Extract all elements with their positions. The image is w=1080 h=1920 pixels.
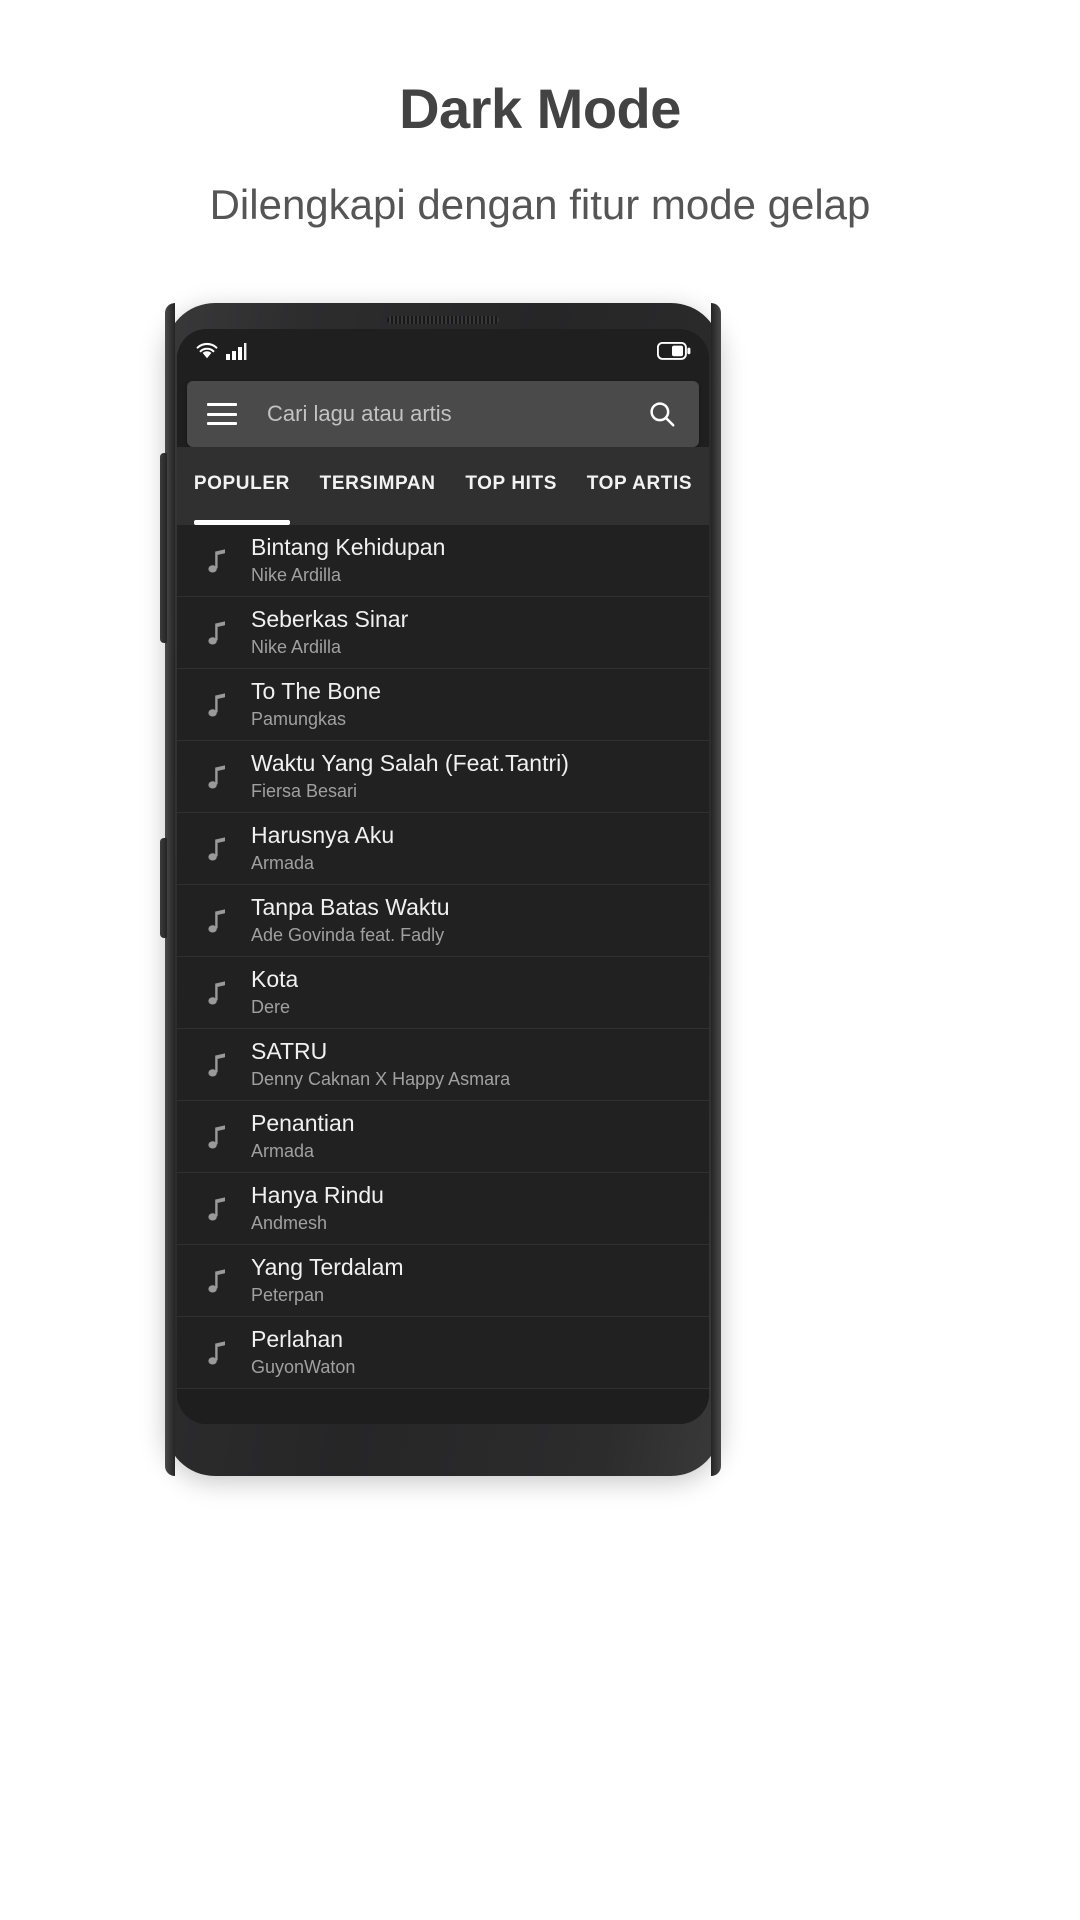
headline-block: Dark Mode Dilengkapi dengan fitur mode g… xyxy=(0,78,1080,230)
list-item[interactable]: Bintang Kehidupan Nike Ardilla xyxy=(177,525,709,597)
music-note-icon xyxy=(197,540,239,582)
list-item-text: Kota Dere xyxy=(251,966,298,1020)
list-item[interactable]: SATRU Denny Caknan X Happy Asmara xyxy=(177,1029,709,1101)
tab-label: TOP HITS xyxy=(465,473,558,494)
list-item-text: Yang Terdalam Peterpan xyxy=(251,1254,404,1308)
list-item[interactable]: To The Bone Pamungkas xyxy=(177,669,709,741)
search-bar-container: Cari lagu atau artis xyxy=(177,373,709,447)
earpiece-speaker xyxy=(387,316,499,324)
music-note-icon xyxy=(197,900,239,942)
music-note-icon xyxy=(197,684,239,726)
song-list[interactable]: Bintang Kehidupan Nike Ardilla Seberkas … xyxy=(177,525,709,1424)
page-subtitle: Dilengkapi dengan fitur mode gelap xyxy=(209,180,871,228)
tab-tersimpan[interactable]: TERSIMPAN xyxy=(305,447,451,525)
battery-icon xyxy=(657,342,691,360)
signal-bars-icon xyxy=(226,343,247,360)
song-artist: Dere xyxy=(251,996,291,1017)
list-item[interactable]: Kota Dere xyxy=(177,957,709,1029)
list-item-text: To The Bone Pamungkas xyxy=(251,678,381,732)
power-button[interactable] xyxy=(160,838,167,938)
promo-page: Dark Mode Dilengkapi dengan fitur mode g… xyxy=(0,0,1080,1920)
song-title: Kota xyxy=(251,965,299,992)
list-item[interactable]: Harusnya Aku Armada xyxy=(177,813,709,885)
song-title: To The Bone xyxy=(251,677,382,704)
music-note-icon xyxy=(197,1188,239,1230)
song-artist: Nike Ardilla xyxy=(251,636,342,657)
search-bar[interactable]: Cari lagu atau artis xyxy=(187,381,699,447)
song-artist: Fiersa Besari xyxy=(251,780,358,801)
list-item-text: Hanya Rindu Andmesh xyxy=(251,1182,384,1236)
status-bar-left-icons xyxy=(195,341,249,361)
volume-button[interactable] xyxy=(160,453,167,643)
phone-device-frame: Cari lagu atau artis POPULER TERSIMPAN T… xyxy=(160,303,721,1476)
tab-populer[interactable]: POPULER xyxy=(179,447,305,525)
music-note-icon xyxy=(197,1260,239,1302)
music-note-icon xyxy=(197,1116,239,1158)
phone-screen: Cari lagu atau artis POPULER TERSIMPAN T… xyxy=(177,329,709,1424)
song-title: Perlahan xyxy=(251,1325,344,1352)
page-title: Dark Mode xyxy=(399,77,681,140)
list-item[interactable]: Seberkas Sinar Nike Ardilla xyxy=(177,597,709,669)
list-item[interactable]: Waktu Yang Salah (Feat.Tantri) Fiersa Be… xyxy=(177,741,709,813)
song-title: Harusnya Aku xyxy=(251,821,395,848)
song-artist: Peterpan xyxy=(251,1284,325,1305)
song-title: Tanpa Batas Waktu xyxy=(251,893,450,920)
list-item-text: Perlahan GuyonWaton xyxy=(251,1326,355,1380)
wifi-icon xyxy=(196,343,218,359)
song-artist: Armada xyxy=(251,1140,315,1161)
list-item[interactable]: Yang Terdalam Peterpan xyxy=(177,1245,709,1317)
tab-label: TERSIMPAN xyxy=(319,473,436,494)
list-item-text: SATRU Denny Caknan X Happy Asmara xyxy=(251,1038,510,1092)
status-bar xyxy=(177,329,709,373)
list-item-text: Harusnya Aku Armada xyxy=(251,822,394,876)
tab-top-hits[interactable]: TOP HITS xyxy=(450,447,571,525)
list-item[interactable]: Penantian Armada xyxy=(177,1101,709,1173)
song-artist: Denny Caknan X Happy Asmara xyxy=(251,1068,511,1089)
list-item-text: Waktu Yang Salah (Feat.Tantri) Fiersa Be… xyxy=(251,750,569,804)
song-artist: Nike Ardilla xyxy=(251,564,342,585)
song-artist: GuyonWaton xyxy=(251,1356,356,1377)
song-title: SATRU xyxy=(251,1037,328,1064)
list-item[interactable]: Tanpa Batas Waktu Ade Govinda feat. Fadl… xyxy=(177,885,709,957)
song-title: Seberkas Sinar xyxy=(251,605,409,632)
hamburger-menu-icon[interactable] xyxy=(207,403,237,425)
tab-label: TOP ARTIS xyxy=(586,473,693,494)
music-note-icon xyxy=(197,972,239,1014)
tab-bar: POPULER TERSIMPAN TOP HITS TOP ARTIS xyxy=(177,447,709,525)
music-note-icon xyxy=(197,828,239,870)
list-item[interactable]: Hanya Rindu Andmesh xyxy=(177,1173,709,1245)
list-item-text: Seberkas Sinar Nike Ardilla xyxy=(251,606,408,660)
tab-label: POPULER xyxy=(193,473,290,494)
tab-top-artis[interactable]: TOP ARTIS xyxy=(572,447,707,525)
song-title: Yang Terdalam xyxy=(251,1253,404,1280)
song-artist: Armada xyxy=(251,852,315,873)
status-bar-right-icons xyxy=(657,342,691,360)
song-artist: Pamungkas xyxy=(251,708,347,729)
search-input[interactable]: Cari lagu atau artis xyxy=(267,401,647,427)
music-note-icon xyxy=(197,756,239,798)
list-item-text: Tanpa Batas Waktu Ade Govinda feat. Fadl… xyxy=(251,894,450,948)
music-note-icon xyxy=(197,612,239,654)
song-artist: Andmesh xyxy=(251,1212,328,1233)
song-title: Waktu Yang Salah (Feat.Tantri) xyxy=(251,749,569,776)
list-item-text: Bintang Kehidupan Nike Ardilla xyxy=(251,534,445,588)
list-item[interactable]: Perlahan GuyonWaton xyxy=(177,1317,709,1389)
song-title: Penantian xyxy=(251,1109,355,1136)
music-note-icon xyxy=(197,1332,239,1374)
song-title: Bintang Kehidupan xyxy=(251,533,446,560)
search-icon[interactable] xyxy=(647,399,677,429)
list-item-text: Penantian Armada xyxy=(251,1110,355,1164)
music-note-icon xyxy=(197,1044,239,1086)
song-title: Hanya Rindu xyxy=(251,1181,384,1208)
song-artist: Ade Govinda feat. Fadly xyxy=(251,924,445,945)
list-empty-space xyxy=(177,1389,709,1424)
